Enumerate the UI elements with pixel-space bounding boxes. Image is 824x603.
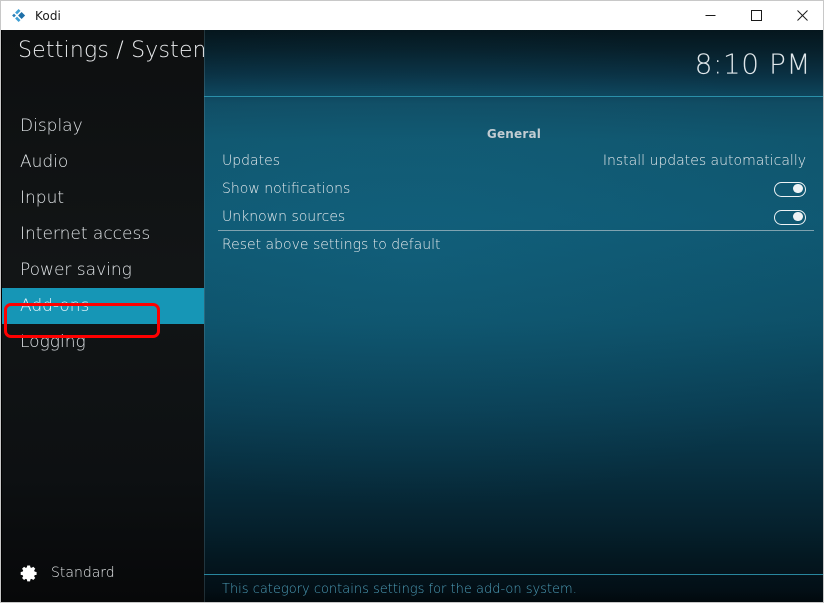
sidebar-item-audio[interactable]: Audio [2, 144, 204, 180]
sidebar-item-add-ons[interactable]: Add-ons [2, 288, 204, 324]
show-notifications-toggle[interactable] [774, 182, 806, 197]
toggle-knob [793, 212, 803, 222]
setting-row-updates[interactable]: Updates Install updates automatically [204, 147, 824, 175]
header-divider [204, 96, 824, 97]
sidebar-item-display[interactable]: Display [2, 108, 204, 144]
sidebar-item-label: Add-ons [20, 296, 89, 316]
setting-label: Updates [222, 153, 280, 169]
setting-row-show-notifications[interactable]: Show notifications [204, 175, 824, 203]
sidebar-item-internet-access[interactable]: Internet access [2, 216, 204, 252]
maximize-icon [751, 10, 762, 21]
sidebar-item-label: Display [20, 116, 83, 136]
setting-label: Show notifications [222, 181, 350, 197]
sidebar-item-label: Input [20, 188, 64, 208]
settings-list: Updates Install updates automatically Sh… [204, 147, 824, 231]
close-button[interactable] [779, 1, 824, 30]
sidebar-item-label: Internet access [20, 224, 150, 244]
category-description: This category contains settings for the … [222, 582, 577, 597]
clock: 8:10 PM [695, 48, 811, 81]
kodi-logo-icon [11, 8, 27, 24]
profile-label: Standard [51, 565, 115, 581]
page-title: Settings / System [18, 38, 204, 63]
minimize-icon [705, 10, 716, 21]
title-bar: Kodi [1, 1, 824, 30]
sidebar-item-label: Power saving [20, 260, 132, 280]
sidebar-menu: Display Audio Input Internet access Powe… [2, 108, 204, 360]
panel-header: 8:10 PM [204, 30, 824, 96]
settings-group-title: General [204, 127, 824, 141]
footer-divider [204, 574, 824, 575]
minimize-button[interactable] [687, 1, 733, 30]
unknown-sources-toggle[interactable] [774, 210, 806, 225]
panel-left-divider [204, 30, 205, 602]
sidebar: Settings / System Display Audio Input In… [2, 30, 204, 602]
sidebar-item-power-saving[interactable]: Power saving [2, 252, 204, 288]
maximize-button[interactable] [733, 1, 779, 30]
setting-row-reset-defaults[interactable]: Reset above settings to default [204, 231, 824, 259]
main-panel: 8:10 PM General Updates Install updates … [204, 30, 824, 602]
sidebar-item-label: Logging [20, 332, 86, 352]
setting-row-unknown-sources[interactable]: Unknown sources [204, 203, 824, 231]
window-title: Kodi [35, 9, 61, 23]
kodi-window: Kodi Settings / System Display [0, 0, 824, 603]
setting-label: Reset above settings to default [222, 237, 441, 253]
setting-label: Unknown sources [222, 209, 345, 225]
panel-background [204, 30, 824, 602]
gear-icon [20, 564, 39, 583]
sidebar-item-input[interactable]: Input [2, 180, 204, 216]
profile-indicator[interactable]: Standard [20, 560, 115, 586]
setting-value: Install updates automatically [603, 153, 806, 169]
kodi-content: Settings / System Display Audio Input In… [2, 30, 824, 602]
sidebar-item-label: Audio [20, 152, 68, 172]
toggle-knob [793, 184, 803, 194]
sidebar-item-logging[interactable]: Logging [2, 324, 204, 360]
close-icon [797, 10, 808, 21]
